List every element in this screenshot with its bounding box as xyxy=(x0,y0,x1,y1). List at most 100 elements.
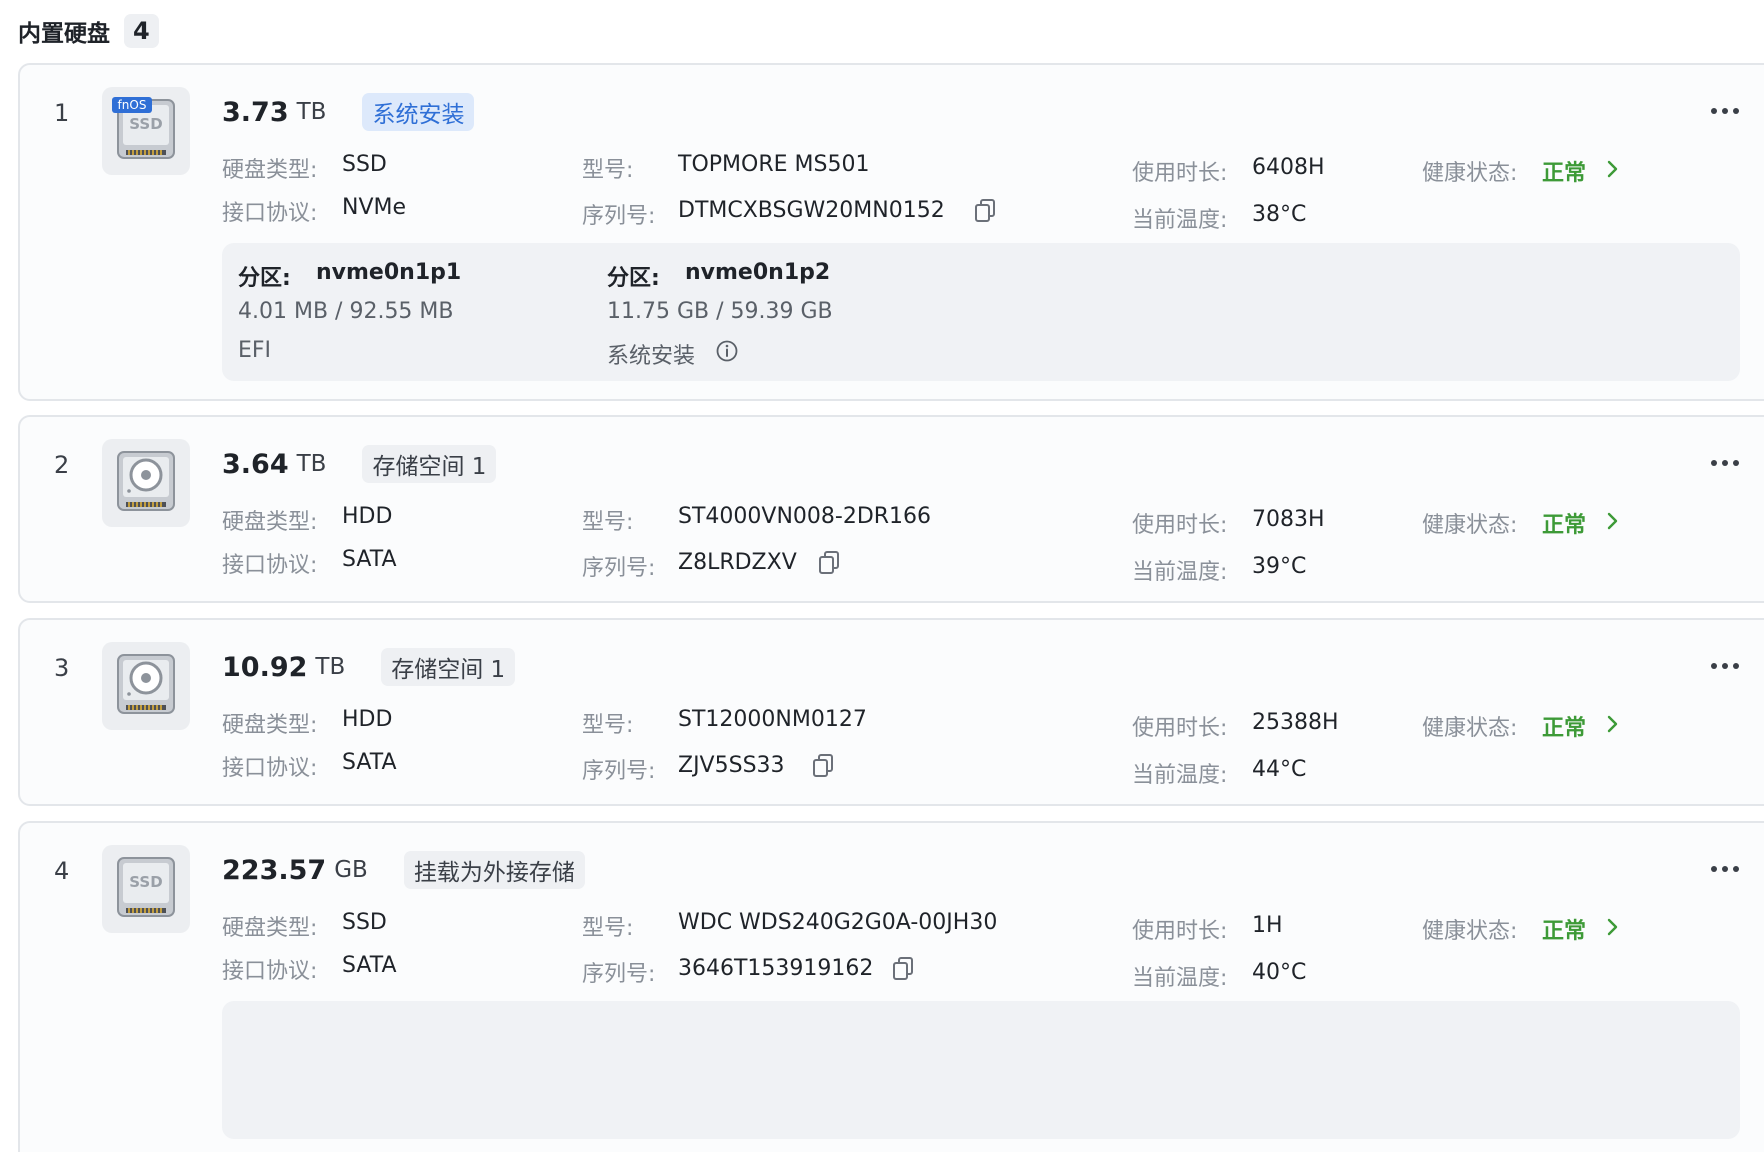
type-label: 硬盘类型: xyxy=(222,713,318,738)
disk-capacity: 3.73 TB 系统安装 xyxy=(222,92,475,132)
svg-text:SSD: SSD xyxy=(129,873,162,891)
partition-panel xyxy=(222,1001,1740,1139)
protocol-value: SATA xyxy=(342,750,397,775)
protocol-label: 接口协议: xyxy=(222,959,318,984)
health-value[interactable]: 正常 xyxy=(1542,155,1586,187)
more-options-icon[interactable] xyxy=(1710,459,1740,467)
capacity-unit: GB xyxy=(334,857,368,883)
copy-icon[interactable] xyxy=(816,548,844,576)
model-value: WDC WDS240G2G0A-00JH30 xyxy=(678,910,998,935)
temp-value: 39°C xyxy=(1252,554,1307,579)
copy-icon[interactable] xyxy=(972,196,1000,224)
role-tag: 挂载为外接存储 xyxy=(403,851,585,889)
section-header: 内置硬盘 4 xyxy=(18,14,159,48)
type-value: HDD xyxy=(342,707,393,732)
protocol-value: NVMe xyxy=(342,195,407,220)
chevron-right-icon[interactable] xyxy=(1604,512,1620,530)
chevron-right-icon[interactable] xyxy=(1604,715,1620,733)
model-value: ST12000NM0127 xyxy=(678,707,867,732)
partition-1-role: EFI xyxy=(238,338,272,363)
partition-1-label: 分区: xyxy=(238,266,291,291)
disk-capacity: 223.57 GB 挂载为外接存储 xyxy=(222,850,585,890)
more-options-icon[interactable] xyxy=(1710,865,1740,873)
type-label: 硬盘类型: xyxy=(222,510,318,535)
model-label: 型号: xyxy=(582,713,634,738)
temp-value: 38°C xyxy=(1252,202,1307,227)
serial-label: 序列号: xyxy=(582,759,656,784)
disk-card-2[interactable]: 2 3.64 TB 存储空间 1 硬盘类型: HDD 接口协议: SATA 型号… xyxy=(18,415,1764,603)
temp-label: 当前温度: xyxy=(1132,966,1228,991)
usage-value: 7083H xyxy=(1252,507,1325,532)
serial-value: 3646T153919162 xyxy=(678,956,874,981)
temp-value: 40°C xyxy=(1252,960,1307,985)
model-value: TOPMORE MS501 xyxy=(678,152,870,177)
capacity-value: 10.92 xyxy=(222,651,308,683)
capacity-unit: TB xyxy=(296,99,327,125)
capacity-value: 3.73 xyxy=(222,96,289,128)
protocol-label: 接口协议: xyxy=(222,553,318,578)
disk-index: 3 xyxy=(54,654,70,682)
usage-label: 使用时长: xyxy=(1132,716,1228,741)
temp-label: 当前温度: xyxy=(1132,560,1228,585)
health-value[interactable]: 正常 xyxy=(1542,710,1586,742)
usage-value: 1H xyxy=(1252,913,1283,938)
health-label: 健康状态: xyxy=(1422,513,1518,538)
partition-2-size: 11.75 GB / 59.39 GB xyxy=(607,299,833,324)
model-label: 型号: xyxy=(582,158,634,183)
partition-1-size: 4.01 MB / 92.55 MB xyxy=(238,299,454,324)
type-value: SSD xyxy=(342,152,387,177)
serial-label: 序列号: xyxy=(582,962,656,987)
partition-2-name: nvme0n1p2 xyxy=(685,260,831,285)
capacity-value: 3.64 xyxy=(222,448,289,480)
model-label: 型号: xyxy=(582,916,634,941)
disk-index: 4 xyxy=(54,857,70,885)
temp-label: 当前温度: xyxy=(1132,763,1228,788)
model-label: 型号: xyxy=(582,510,634,535)
more-options-icon[interactable] xyxy=(1710,662,1740,670)
disk-capacity: 10.92 TB 存储空间 1 xyxy=(222,647,516,687)
health-value[interactable]: 正常 xyxy=(1542,507,1586,539)
disk-card-4[interactable]: 4 SSD 223.57 GB 挂载为外接存储 硬盘类型: SSD 接口协议: … xyxy=(18,821,1764,1152)
health-value[interactable]: 正常 xyxy=(1542,913,1586,945)
copy-icon[interactable] xyxy=(810,751,838,779)
role-tag: 存储空间 1 xyxy=(362,445,497,483)
usage-label: 使用时长: xyxy=(1132,919,1228,944)
serial-value: DTMCXBSGW20MN0152 xyxy=(678,198,945,223)
copy-icon[interactable] xyxy=(890,954,918,982)
disk-index: 2 xyxy=(54,451,70,479)
type-label: 硬盘类型: xyxy=(222,916,318,941)
usage-value: 25388H xyxy=(1252,710,1339,735)
capacity-unit: TB xyxy=(315,654,346,680)
health-label: 健康状态: xyxy=(1422,161,1518,186)
role-tag: 存储空间 1 xyxy=(381,648,516,686)
disk-count-badge: 4 xyxy=(124,14,159,48)
chevron-right-icon[interactable] xyxy=(1604,160,1620,178)
more-options-icon[interactable] xyxy=(1710,107,1740,115)
hdd-icon xyxy=(102,642,190,730)
health-label: 健康状态: xyxy=(1422,716,1518,741)
temp-label: 当前温度: xyxy=(1132,208,1228,233)
info-icon[interactable] xyxy=(715,339,739,363)
protocol-value: SATA xyxy=(342,547,397,572)
role-tag: 系统安装 xyxy=(362,93,475,131)
partition-2-role: 系统安装 xyxy=(607,344,696,369)
protocol-value: SATA xyxy=(342,953,397,978)
disk-card-3[interactable]: 3 10.92 TB 存储空间 1 硬盘类型: HDD 接口协议: SATA 型… xyxy=(18,618,1764,806)
serial-label: 序列号: xyxy=(582,204,656,229)
capacity-value: 223.57 xyxy=(222,854,327,886)
hdd-icon xyxy=(102,439,190,527)
model-value: ST4000VN008-2DR166 xyxy=(678,504,932,529)
ssd-fnos-icon: SSD fnOS xyxy=(102,87,190,175)
usage-value: 6408H xyxy=(1252,155,1325,180)
capacity-unit: TB xyxy=(296,451,327,477)
chevron-right-icon[interactable] xyxy=(1604,918,1620,936)
disk-card-1[interactable]: 1 SSD fnOS 3.73 TB 系统安装 硬盘类型: SSD 接口协议: … xyxy=(18,63,1764,401)
type-value: HDD xyxy=(342,504,393,529)
serial-value: ZJV5SS33 xyxy=(678,753,785,778)
svg-text:SSD: SSD xyxy=(129,115,162,133)
page-title: 内置硬盘 xyxy=(18,21,110,47)
svg-text:fnOS: fnOS xyxy=(118,98,147,112)
partition-2-label: 分区: xyxy=(607,266,660,291)
protocol-label: 接口协议: xyxy=(222,201,318,226)
temp-value: 44°C xyxy=(1252,757,1307,782)
